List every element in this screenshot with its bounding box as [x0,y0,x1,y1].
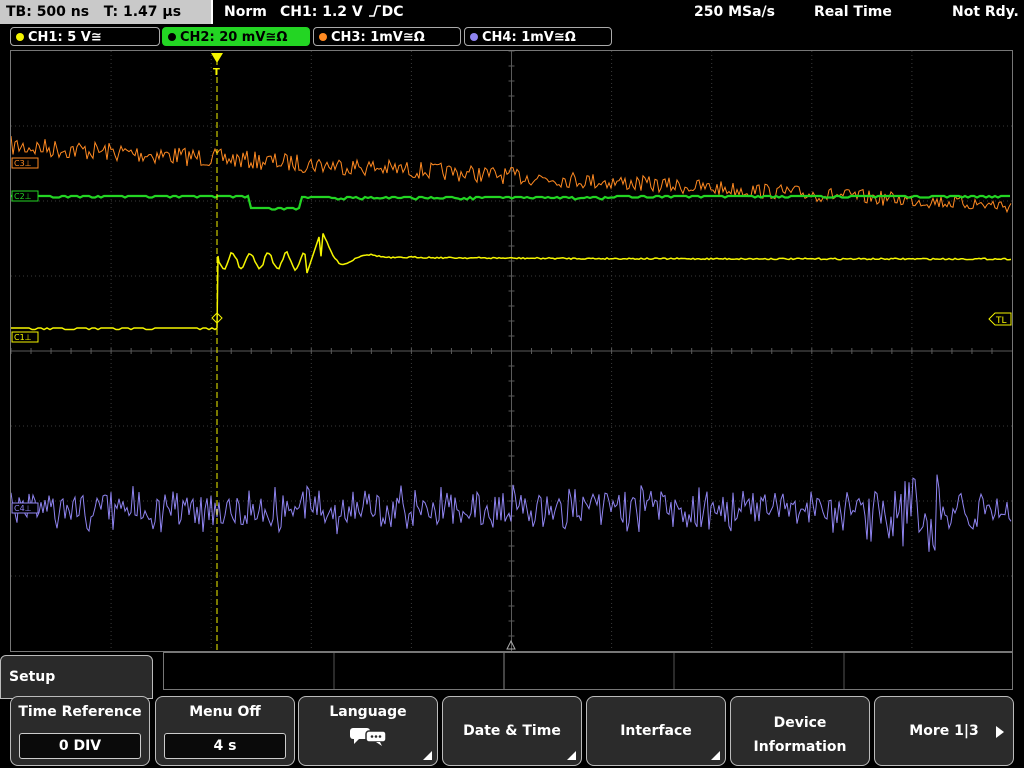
channel-tab-ch3[interactable]: CH3: 1mV≅Ω [313,27,461,46]
date-time-label: Date & Time [463,723,561,739]
sample-rate: 250 MSa/s [694,4,776,20]
channel-tab-ch2[interactable]: CH2: 20 mV≅Ω [162,27,310,46]
interface-label: Interface [620,723,692,739]
menu-off-label: Menu Off [189,704,261,720]
trigger-mode[interactable]: Norm [224,0,267,24]
zoom-overview-panel[interactable] [163,652,1013,690]
timebase-display[interactable]: TB: 500 ns T: 1.47 µs [0,0,213,24]
ch3-label: CH3: 1mV [331,30,403,45]
submenu-corner-icon [567,751,576,760]
ch3-level-marker[interactable]: C3⊥ [11,157,39,169]
menu-off-value: 4 s [164,733,286,759]
submenu-corner-icon [423,751,432,760]
channel-tab-ch1[interactable]: CH1: 5 V≅ [10,27,160,46]
rising-edge-icon [368,5,381,17]
time-reference-value: 0 DIV [19,733,141,759]
ch3-marker-label: C3⊥ [14,159,32,168]
trigger-time-value: T: 1.47 µs [103,4,182,20]
ch2-level-marker[interactable]: C2⊥ [11,190,39,202]
device-information-label: Device Information [731,711,869,759]
time-reference-softkey[interactable]: Time Reference 0 DIV [10,696,150,766]
device-information-line2: Information [753,739,847,755]
ch4-marker-label: C4⊥ [14,504,32,513]
language-label: Language [329,704,407,720]
menu-title-tab: Setup [0,655,153,699]
speech-bubbles-icon [350,728,387,746]
acquisition-status: Not Rdy. [952,4,1019,20]
ch3-coupling: ≅Ω [402,30,425,45]
timebase-value: TB: 500 ns [6,4,90,20]
ch2-color-dot [168,33,176,41]
interface-softkey[interactable]: Interface [586,696,726,766]
trigger-source[interactable]: CH1: 1.2 V DC [280,0,404,24]
ch1-color-dot [16,33,24,41]
ch1-level-marker[interactable]: C1⊥ [11,331,39,343]
ch2-marker-label: C2⊥ [14,192,32,201]
ch1-label: CH1: 5 V [28,30,91,45]
ch2-label: CH2: 20 mV [180,30,266,45]
more-label: More 1|3 [909,723,979,739]
date-time-softkey[interactable]: Date & Time [442,696,582,766]
status-bar: TB: 500 ns T: 1.47 µs Norm CH1: 1.2 V DC… [0,0,1024,24]
ch1-coupling: ≅ [90,30,102,45]
acquisition-mode: Real Time [814,4,892,20]
menu-off-softkey[interactable]: Menu Off 4 s [155,696,295,766]
ch3-color-dot [319,33,327,41]
ch4-level-marker[interactable]: C4⊥ [11,502,39,514]
trigger-position-label: T [213,67,220,78]
channel-bar: CH1: 5 V≅ CH2: 20 mV≅Ω CH3: 1mV≅Ω CH4: 1… [0,26,1024,48]
channel-tab-ch4[interactable]: CH4: 1mV≅Ω [464,27,612,46]
trigger-source-label: CH1: 1.2 V [280,4,363,20]
more-softkey[interactable]: More 1|3 [874,696,1014,766]
arrow-right-icon [996,726,1004,738]
submenu-corner-icon [711,751,720,760]
trigger-coupling: DC [381,4,404,20]
ch4-coupling: ≅Ω [553,30,576,45]
trigger-position-marker[interactable] [211,53,223,63]
time-reference-label: Time Reference [18,704,142,720]
menu-title: Setup [9,669,56,685]
ch4-color-dot [470,33,478,41]
ch4-label: CH4: 1mV [482,30,554,45]
language-softkey[interactable]: Language [298,696,438,766]
ch1-marker-label: C1⊥ [14,333,32,342]
device-information-line1: Device [773,715,827,731]
graticule [11,51,1012,651]
trigger-level-marker[interactable]: TL [988,312,1012,326]
device-information-softkey[interactable]: Device Information [730,696,870,766]
waveform-display[interactable]: T C3⊥ C2⊥ C1⊥ C4⊥ TL [10,50,1013,652]
trigger-level-label: TL [995,316,1007,326]
ch2-coupling: ≅Ω [265,30,288,45]
